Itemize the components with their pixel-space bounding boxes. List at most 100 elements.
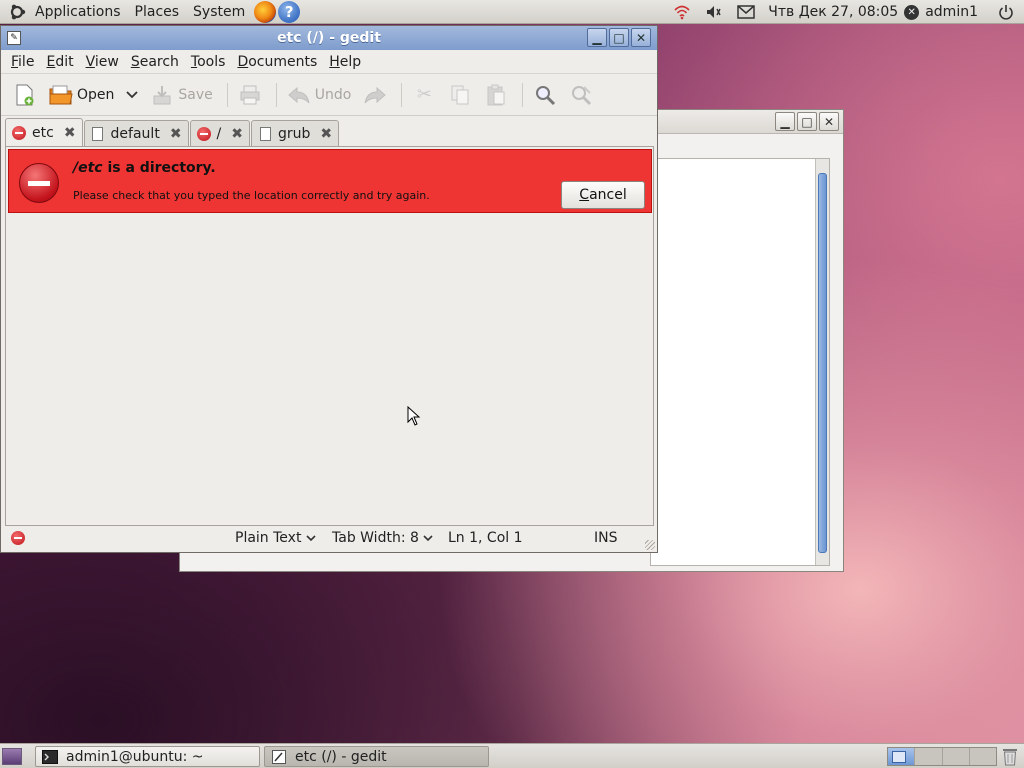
- maximize-icon[interactable]: □: [609, 28, 629, 47]
- menu-file[interactable]: File: [5, 54, 40, 70]
- paste-button[interactable]: [480, 78, 512, 112]
- user-status-icon: ✕: [904, 4, 920, 20]
- open-recent-dropdown[interactable]: [122, 78, 142, 112]
- close-icon[interactable]: ✖: [64, 125, 76, 141]
- minimize-icon[interactable]: ▁: [775, 112, 795, 131]
- replace-button[interactable]: [565, 78, 597, 112]
- close-icon[interactable]: ✕: [631, 28, 651, 47]
- document-tabs: etc ✖ default ✖ / ✖ grub ✖: [5, 118, 340, 146]
- resize-grip[interactable]: [645, 540, 655, 550]
- toolbar-separator: [522, 82, 524, 107]
- vertical-scrollbar[interactable]: [815, 159, 829, 565]
- gedit-icon: [271, 749, 287, 764]
- undo-button[interactable]: Undo: [283, 78, 356, 112]
- window-title: etc (/) - gedit: [277, 30, 381, 46]
- window-controls: ▁ □ ✕: [587, 28, 651, 47]
- copy-button[interactable]: [444, 78, 476, 112]
- open-button-label: Open: [77, 86, 115, 103]
- menu-edit[interactable]: Edit: [40, 54, 79, 70]
- firefox-launcher-icon[interactable]: [254, 0, 277, 23]
- applications-menu[interactable]: Applications: [28, 4, 128, 20]
- copy-icon: [448, 83, 472, 107]
- redo-button[interactable]: [359, 78, 391, 112]
- close-icon[interactable]: ✖: [231, 126, 243, 142]
- new-button[interactable]: [9, 78, 41, 112]
- language-selector[interactable]: Plain Text: [235, 530, 316, 546]
- error-icon: [196, 126, 211, 141]
- redo-icon: [363, 83, 387, 107]
- new-document-icon: [13, 83, 37, 107]
- tab-label: default: [110, 125, 160, 142]
- network-icon[interactable]: [672, 2, 692, 22]
- infobar-primary-text: /etc is a directory.: [73, 160, 216, 176]
- error-icon: [12, 125, 26, 140]
- save-icon: [150, 83, 174, 107]
- help-launcher-icon[interactable]: ?: [278, 0, 301, 23]
- undo-button-label: Undo: [314, 86, 352, 103]
- document-icon: [258, 126, 272, 141]
- close-icon[interactable]: ✖: [170, 126, 182, 142]
- maximize-icon[interactable]: □: [797, 112, 817, 131]
- places-menu[interactable]: Places: [128, 4, 187, 20]
- menu-search[interactable]: Search: [125, 54, 185, 70]
- menu-tools[interactable]: Tools: [185, 54, 232, 70]
- error-icon: [11, 531, 25, 545]
- cut-icon: ✂: [416, 84, 432, 105]
- bottom-panel: admin1@ubuntu: ~ etc (/) - gedit: [0, 743, 1024, 768]
- tab-etc[interactable]: etc ✖: [5, 118, 83, 146]
- cut-button[interactable]: ✂: [408, 78, 440, 112]
- menu-documents[interactable]: Documents: [231, 54, 323, 70]
- tab-label: grub: [278, 125, 311, 142]
- toolbar-separator: [226, 82, 228, 107]
- power-icon[interactable]: [996, 2, 1016, 22]
- menu-help[interactable]: Help: [323, 54, 367, 70]
- workspace-3[interactable]: [942, 748, 970, 765]
- menubar: File Edit View Search Tools Documents He…: [1, 50, 657, 74]
- toolbar: Open Save Undo ✂: [1, 74, 657, 116]
- cursor-position: Ln 1, Col 1: [448, 530, 523, 546]
- trash-icon[interactable]: [1002, 747, 1018, 766]
- document-area[interactable]: /etc is a directory. Please check that y…: [5, 146, 654, 526]
- close-icon[interactable]: ✕: [819, 112, 839, 131]
- clock[interactable]: Чтв Дек 27, 08:05: [768, 4, 898, 20]
- panel-tray: Чтв Дек 27, 08:05 ✕ admin1: [666, 0, 1024, 24]
- ubuntu-logo-icon[interactable]: [6, 1, 28, 23]
- error-infobar: /etc is a directory. Please check that y…: [8, 149, 652, 213]
- insert-mode: INS: [594, 530, 618, 546]
- menu-view[interactable]: View: [80, 54, 125, 70]
- workspace-1[interactable]: [888, 748, 916, 765]
- infobar-secondary-text: Please check that you typed the location…: [73, 189, 430, 202]
- find-button[interactable]: [529, 78, 561, 112]
- taskbar-item-terminal[interactable]: admin1@ubuntu: ~: [35, 746, 260, 767]
- user-menu[interactable]: ✕ admin1: [904, 4, 978, 20]
- open-button[interactable]: Open: [45, 78, 118, 112]
- window-titlebar[interactable]: ✎ etc (/) - gedit ▁ □ ✕: [1, 26, 657, 50]
- print-button[interactable]: [234, 78, 266, 112]
- background-window-content[interactable]: [650, 158, 830, 566]
- top-panel: Applications Places System ? Чтв Дек 27,…: [0, 0, 1024, 24]
- workspace-4[interactable]: [969, 748, 996, 765]
- tab-default[interactable]: default ✖: [83, 120, 189, 146]
- save-button[interactable]: Save: [146, 78, 216, 112]
- tab-grub[interactable]: grub ✖: [251, 120, 340, 146]
- close-icon[interactable]: ✖: [320, 126, 332, 142]
- tab-width-selector[interactable]: Tab Width: 8: [332, 530, 433, 546]
- taskbar-label: etc (/) - gedit: [295, 748, 387, 765]
- scrollbar-thumb[interactable]: [818, 173, 827, 553]
- tab-label: etc: [32, 124, 54, 141]
- tab-root[interactable]: / ✖: [189, 120, 250, 146]
- taskbar-item-gedit[interactable]: etc (/) - gedit: [264, 746, 489, 767]
- document-icon: [91, 126, 105, 141]
- background-window-controls: ▁ □ ✕: [775, 112, 839, 131]
- show-desktop-icon[interactable]: [2, 748, 22, 765]
- system-menu[interactable]: System: [186, 4, 252, 20]
- cancel-button[interactable]: Cancel: [561, 181, 645, 209]
- minimize-icon[interactable]: ▁: [587, 28, 607, 47]
- workspace-2[interactable]: [915, 748, 943, 765]
- print-icon: [238, 83, 262, 107]
- volume-icon[interactable]: [704, 2, 724, 22]
- find-replace-icon: [569, 83, 593, 107]
- panel-menus: Applications Places System ?: [0, 0, 301, 24]
- mail-icon[interactable]: [736, 2, 756, 22]
- workspace-switcher: [887, 747, 997, 766]
